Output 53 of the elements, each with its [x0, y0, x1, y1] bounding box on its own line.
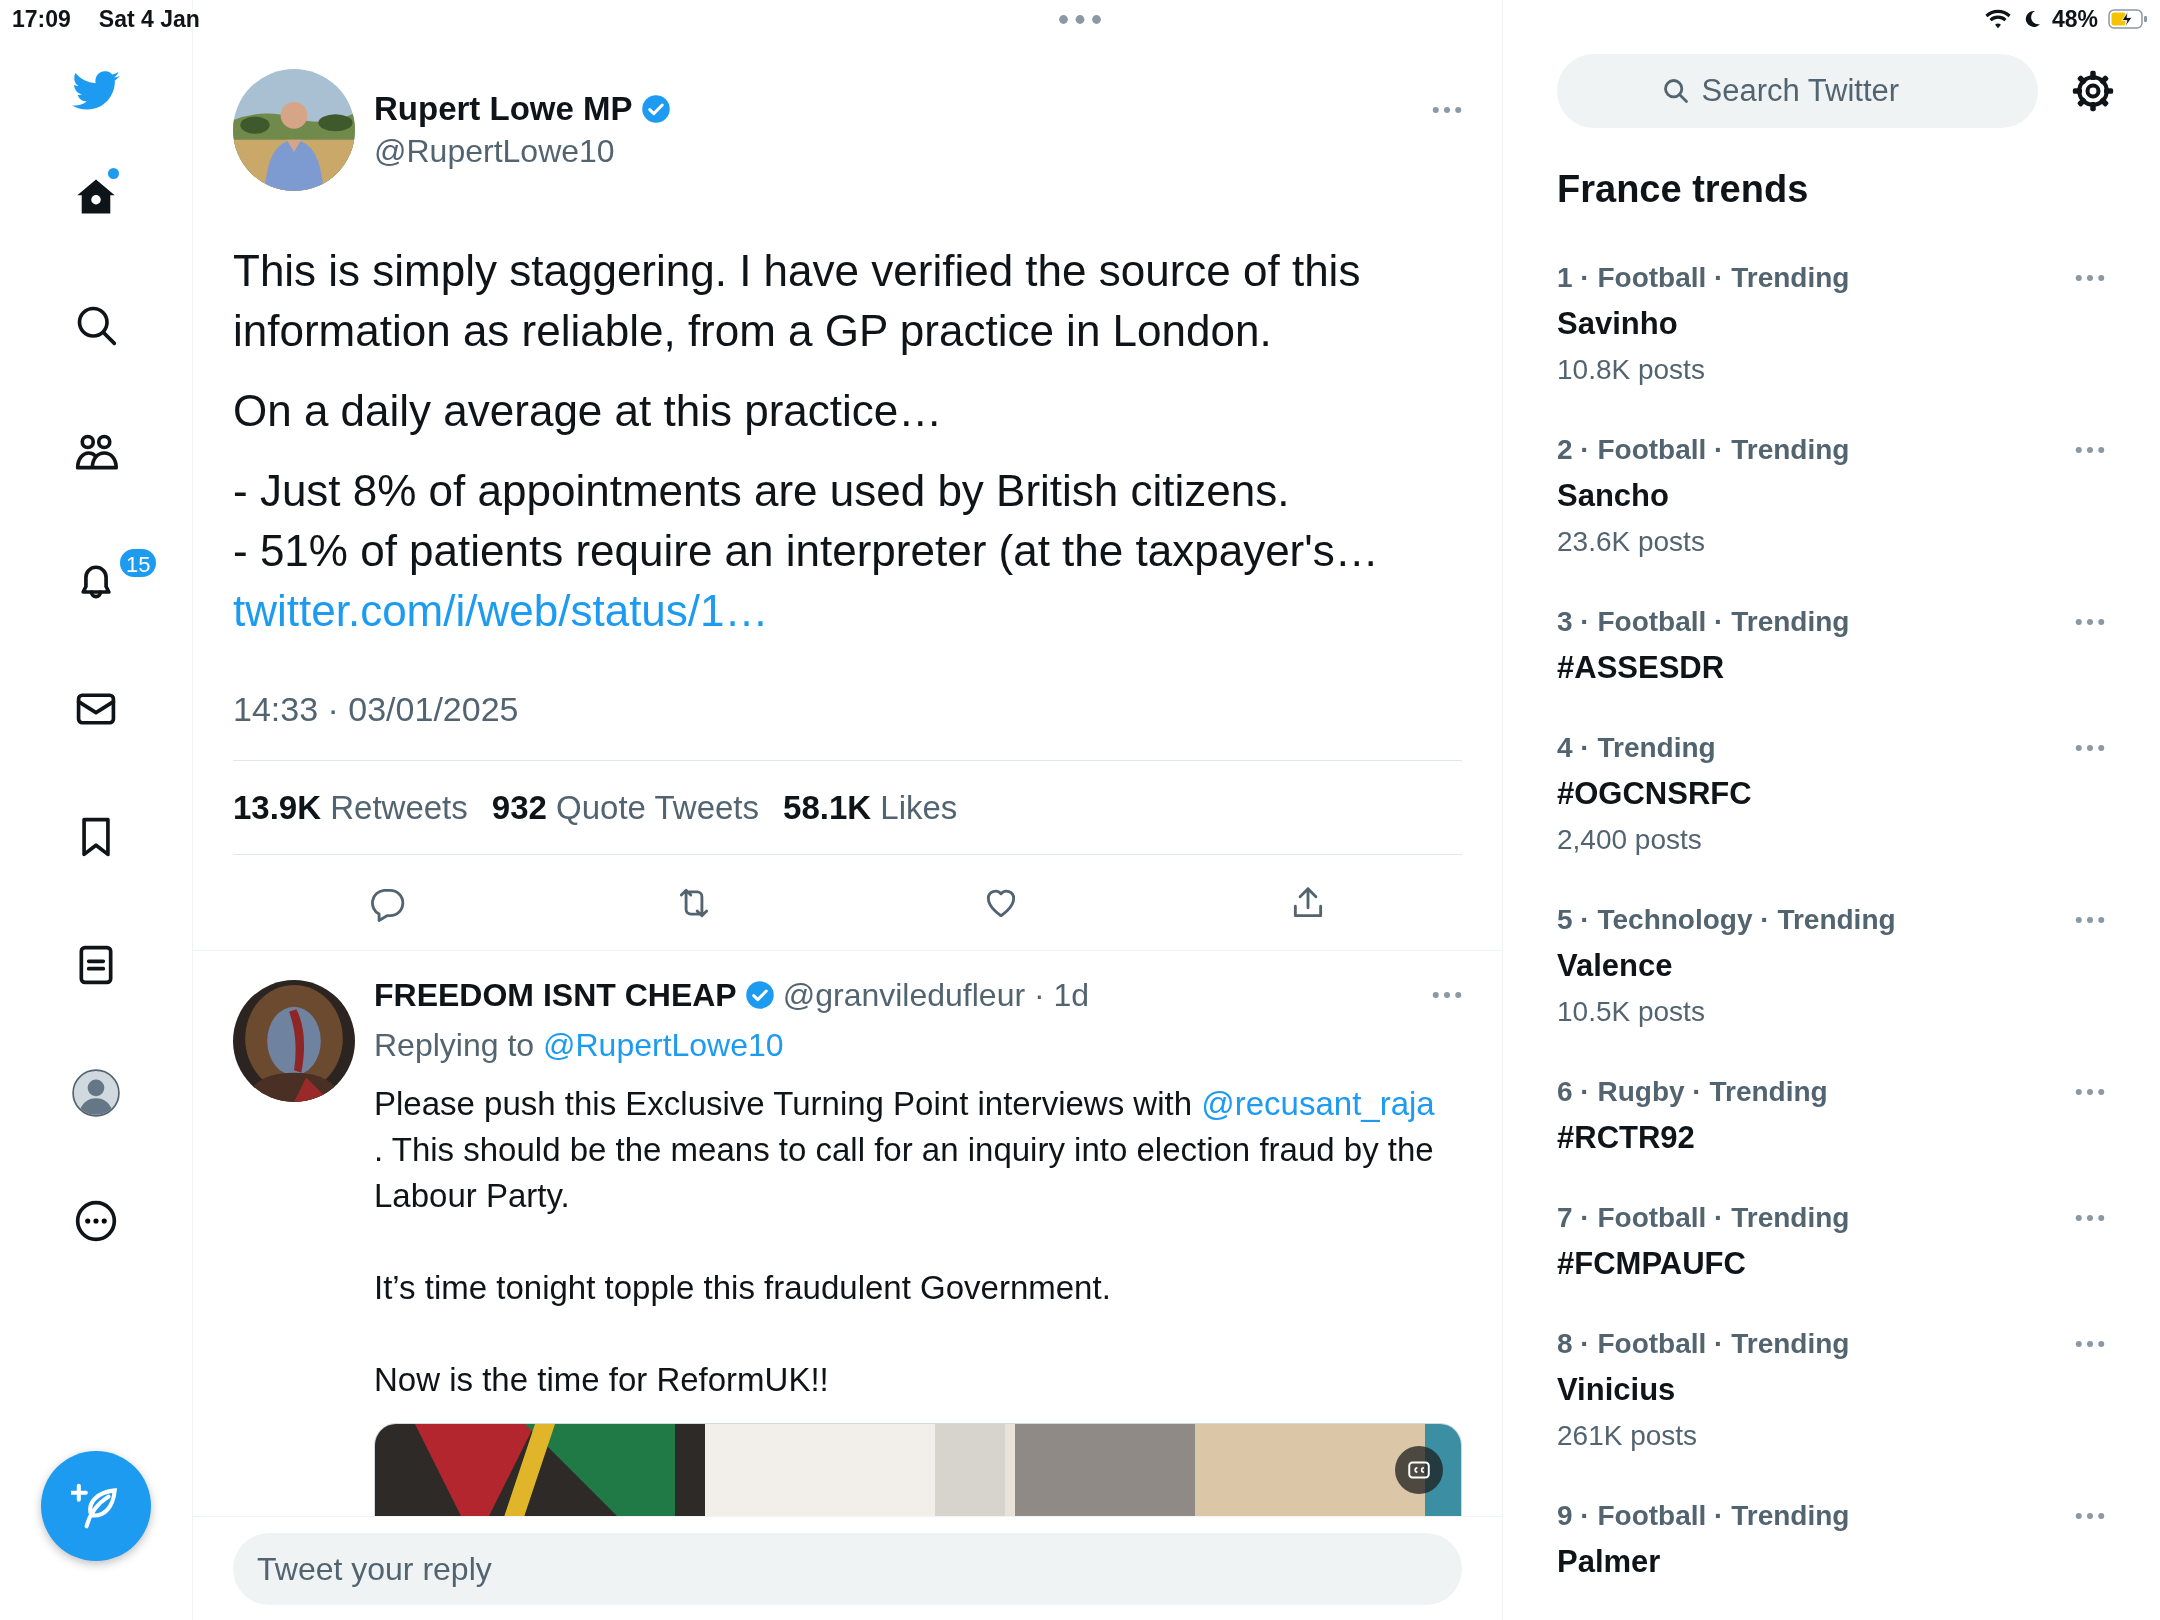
trend-name[interactable]: Vinicius	[1557, 1367, 1676, 1413]
trend-post-count: 2,400 posts	[1557, 823, 1702, 857]
reply-text: Please push this Exclusive Turning Point interviews with @recusant_raja . This should be the means to call for an inquiry into election fraud by the Labour Party.	[374, 1084, 1436, 1216]
trend-name[interactable]: Palmer	[1557, 1539, 1661, 1585]
reply-field[interactable]: Tweet your reply	[233, 1533, 1462, 1605]
search-bar[interactable]: Search Twitter	[1557, 54, 2038, 128]
tweet-text: On a daily average at this practice…	[233, 385, 944, 437]
trend-meta: 1 · Football · Trending	[1557, 262, 1850, 294]
trend-post-count: 261K posts	[1557, 1419, 1698, 1453]
trend-name[interactable]: #FCMPAUFC	[1557, 1241, 1746, 1287]
trend-name[interactable]: #OGCNSRFC	[1557, 771, 1752, 817]
trend-meta: 7 · Football · Trending	[1557, 1202, 1850, 1234]
trend-post-count: 10.5K posts	[1557, 995, 1705, 1029]
trend-meta: 5 · Technology · Trending	[1557, 904, 1896, 936]
trend-name[interactable]: Savinho	[1557, 301, 1678, 347]
section-heading: France trends	[1557, 167, 1809, 212]
replying-to-text: Replying to @RupertLowe10	[374, 1026, 785, 1065]
search-icon	[1661, 77, 1690, 105]
settings-icon[interactable]	[2071, 69, 2115, 113]
search-field[interactable]: Search Twitter	[1699, 72, 1934, 110]
notification-badge: 15	[118, 547, 159, 579]
trend-name[interactable]: Valence	[1557, 943, 1673, 989]
stat-link[interactable]: 58.1K Likes	[783, 788, 958, 827]
more-icon[interactable]	[74, 1199, 118, 1243]
trend-name[interactable]: #RCTR92	[1557, 1115, 1695, 1161]
author-name[interactable]: FREEDOM ISNT CHEAP	[374, 976, 737, 1014]
stat-link[interactable]: 13.9K Retweets	[233, 788, 468, 827]
trend-post-count: 23.6K posts	[1557, 525, 1705, 559]
reply-text: It’s time tonight topple this fraudulent Government.	[374, 1268, 1112, 1308]
trend-post-count: 10.8K posts	[1557, 353, 1705, 387]
trend-meta: 6 · Rugby · Trending	[1557, 1076, 1828, 1108]
compose-button[interactable]	[41, 1451, 151, 1561]
trend-meta: 4 · Trending	[1557, 732, 1716, 764]
trend-name[interactable]: #ASSESDR	[1557, 645, 1725, 691]
stat-link[interactable]: 932 Quote Tweets	[491, 788, 760, 827]
avatar-icon[interactable]	[71, 1068, 121, 1118]
author-handle[interactable]: @RupertLowe10	[374, 130, 671, 172]
reply-text: Now is the time for ReformUK!!	[374, 1360, 830, 1400]
dots-icon[interactable]	[1058, 13, 1102, 25]
status-time: 17:09	[12, 5, 71, 33]
trend-meta: 8 · Football · Trending	[1557, 1328, 1850, 1360]
trend-meta: 2 · Football · Trending	[1557, 434, 1850, 466]
trend-name[interactable]: Sancho	[1557, 473, 1669, 519]
status-date: Sat 4 Jan	[98, 5, 200, 33]
trend-meta: 9 · Football · Trending	[1557, 1500, 1850, 1532]
author-name[interactable]: Rupert Lowe MP	[374, 88, 633, 130]
tweet-text: This is simply staggering. I have verified the source of this information as reliable, from a GP practice in London.	[233, 245, 1362, 357]
trend-meta: 3 · Football · Trending	[1557, 606, 1850, 638]
tweet-timestamp: 14:33 · 03/01/2025	[233, 689, 519, 730]
tweet-text: - Just 8% of appointments are used by British citizens. - 51% of patients require an interpreter (at the taxpayer's…	[233, 465, 1380, 577]
wifi-icon	[1983, 8, 2012, 30]
tweet-meta: @granviledufleur · 1d	[782, 976, 1090, 1014]
battery-percentage: 48%	[2051, 5, 2098, 33]
